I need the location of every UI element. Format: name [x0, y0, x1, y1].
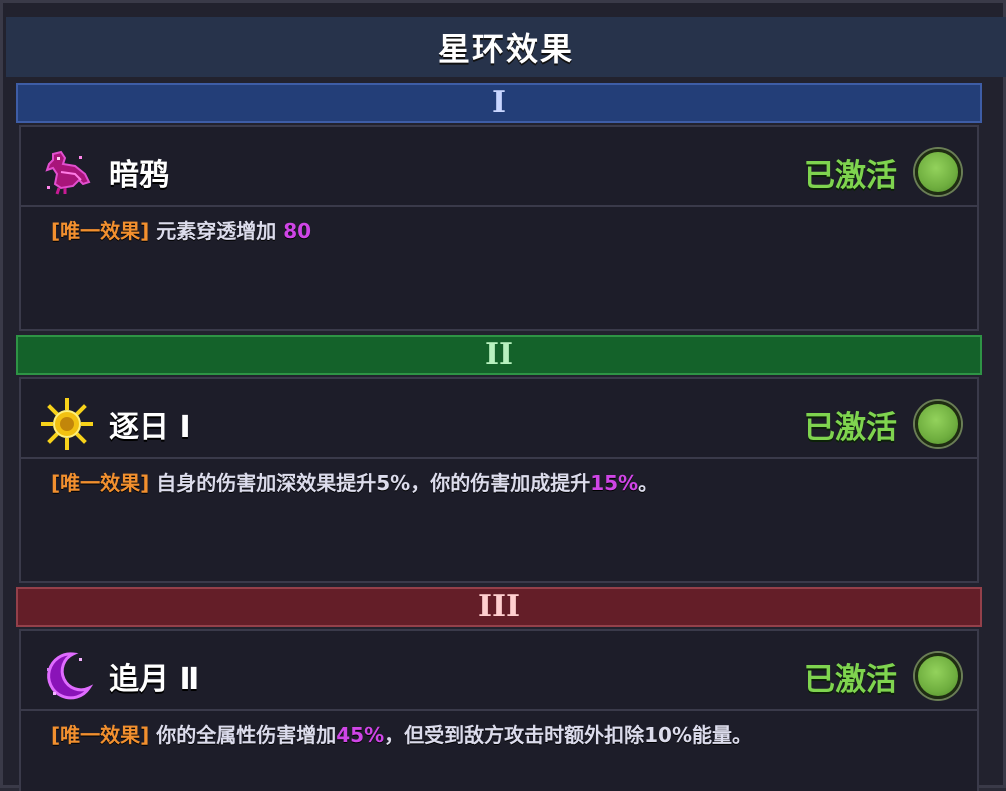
status-label: 已激活	[804, 157, 897, 194]
effect-description: [唯一效果] 元素穿透增加 80	[51, 215, 951, 244]
effect-tag: [唯一效果]	[51, 471, 150, 495]
desc-text: 元素穿透增加	[156, 219, 277, 243]
effect-card-sun[interactable]: 逐日 Ⅰ 已激活 [唯一效果] 自身的伤害加深效果提升5%，你的伤害加成提升15…	[19, 377, 979, 583]
status-label: 已激活	[804, 661, 897, 698]
title-bar: 星环效果	[6, 17, 1006, 77]
panel-title: 星环效果	[437, 30, 574, 68]
effect-card-moon[interactable]: 追月 Ⅱ 已激活 [唯一效果] 你的全属性伤害增加45%，但受到敌方攻击时额外扣…	[19, 629, 979, 791]
effect-tag: [唯一效果]	[51, 723, 150, 747]
tier-numeral: III	[477, 589, 521, 624]
crescent-moon-icon	[47, 652, 94, 700]
effect-name: 追月 Ⅱ	[109, 662, 200, 697]
effect-description: [唯一效果] 自身的伤害加深效果提升5%，你的伤害加成提升15%。	[51, 467, 951, 496]
effect-header: 追月 Ⅱ 已激活	[21, 643, 977, 711]
star-ring-effects-panel: 星环效果 I 暗鸦 已激活 [唯一效果] 元素穿透增加 80 II 逐日 Ⅰ 已…	[0, 0, 1006, 791]
raven-icon	[45, 150, 91, 195]
effect-description: [唯一效果] 你的全属性伤害增加45%，但受到敌方攻击时额外扣除10%能量。	[51, 719, 951, 748]
effect-header: 逐日 Ⅰ 已激活	[21, 391, 977, 459]
effect-name: 暗鸦	[109, 158, 169, 193]
tier-header-2: II	[16, 335, 982, 375]
desc-value: 15%	[590, 471, 639, 495]
effect-tag: [唯一效果]	[51, 219, 150, 243]
tier-numeral: I	[491, 85, 507, 120]
desc-value: 45%	[336, 723, 385, 747]
status-indicator	[915, 149, 961, 195]
effect-card-raven[interactable]: 暗鸦 已激活 [唯一效果] 元素穿透增加 80	[19, 125, 979, 331]
desc-value: 80	[283, 219, 312, 243]
status-indicator	[915, 653, 961, 699]
desc-text: 自身的伤害加深效果提升5%，你的伤害加成提升	[156, 471, 591, 495]
tier-header-3: III	[16, 587, 982, 627]
status-indicator	[915, 401, 961, 447]
desc-text-after: 。	[638, 471, 659, 495]
effect-header: 暗鸦 已激活	[21, 139, 977, 207]
effect-name: 逐日 Ⅰ	[109, 410, 191, 445]
sun-icon	[41, 398, 93, 450]
status-label: 已激活	[804, 409, 897, 446]
tier-header-1: I	[16, 83, 982, 123]
tier-numeral: II	[484, 337, 514, 372]
desc-text-after: ，但受到敌方攻击时额外扣除10%能量。	[384, 723, 752, 747]
desc-text: 你的全属性伤害增加	[156, 723, 337, 747]
